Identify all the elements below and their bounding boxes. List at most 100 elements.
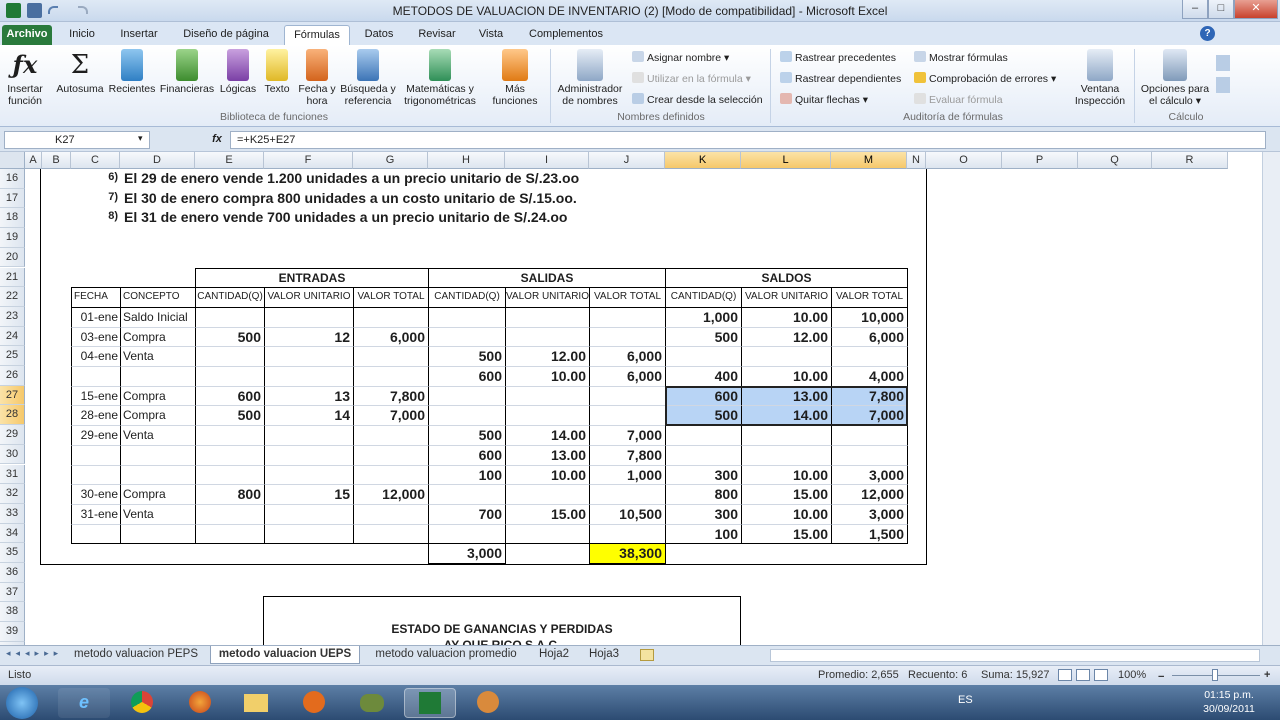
- close-button[interactable]: ✕: [1234, 0, 1278, 19]
- select-all-corner[interactable]: [0, 152, 25, 169]
- column-header-c[interactable]: C: [71, 152, 120, 169]
- table-header-cell[interactable]: CANTIDAD(Q): [665, 287, 742, 308]
- horizontal-scrollbar[interactable]: [770, 649, 1260, 662]
- table-header-cell[interactable]: VALOR TOTAL: [353, 287, 429, 308]
- table-cell[interactable]: 300: [665, 503, 742, 525]
- table-cell[interactable]: 12,000: [353, 484, 429, 505]
- matematicas-button[interactable]: Matemáticas y trigonométricas: [398, 49, 482, 107]
- column-header-n[interactable]: N: [907, 152, 926, 169]
- column-header-o[interactable]: O: [926, 152, 1002, 169]
- table-cell[interactable]: 10.00: [741, 503, 832, 525]
- busqueda-referencia-button[interactable]: Búsqueda y referencia: [338, 49, 398, 107]
- table-cell-text[interactable]: Compra: [120, 405, 196, 427]
- table-cell[interactable]: 7,800: [353, 385, 429, 407]
- row-header-21[interactable]: 21: [0, 267, 25, 288]
- table-cell[interactable]: [589, 385, 666, 407]
- worksheet-grid[interactable]: ABCDEFGHIJKLMNOPQR 16 17 18 19 20 21 22 23 24 25 2…: [0, 152, 1280, 645]
- table-cell[interactable]: [589, 326, 666, 348]
- table-cell[interactable]: 15.00: [741, 523, 832, 545]
- table-cell-text[interactable]: 01-ene: [71, 306, 121, 328]
- chrome-icon[interactable]: [116, 688, 168, 718]
- table-cell-text[interactable]: [120, 464, 196, 486]
- zoom-in-icon[interactable]: +: [1264, 666, 1270, 684]
- comprobacion-errores-button[interactable]: Comprobación de errores ▾: [914, 72, 1056, 86]
- evaluar-formula-button[interactable]: Evaluar fórmula: [914, 93, 1003, 107]
- table-cell[interactable]: 500: [428, 346, 506, 367]
- table-cell[interactable]: 7,800: [589, 444, 666, 466]
- table-header-cell[interactable]: VALOR UNITARIO: [264, 287, 354, 308]
- table-cell[interactable]: [741, 346, 832, 367]
- table-cell-text[interactable]: [120, 523, 196, 545]
- table-cell[interactable]: [353, 346, 429, 367]
- row-header-31[interactable]: 31: [0, 464, 25, 485]
- crear-desde-seleccion-button[interactable]: Crear desde la selección: [632, 93, 763, 107]
- sheet-tab-hoja3[interactable]: Hoja3: [580, 646, 628, 664]
- row-header-24[interactable]: 24: [0, 326, 25, 347]
- table-cell-text[interactable]: Compra: [120, 484, 196, 505]
- table-header-cell[interactable]: VALOR UNITARIO: [741, 287, 832, 308]
- insert-sheet-icon[interactable]: [640, 649, 654, 661]
- table-cell[interactable]: 14: [264, 405, 354, 427]
- autosuma-button[interactable]: Σ Autosuma: [55, 49, 105, 95]
- sheet-tab-promedio[interactable]: metodo valuacion promedio: [364, 646, 528, 664]
- logicas-button[interactable]: Lógicas: [218, 49, 258, 95]
- table-cell[interactable]: 600: [428, 444, 506, 466]
- table-cell-text[interactable]: [71, 464, 121, 486]
- table-cell[interactable]: 10.00: [741, 464, 832, 486]
- media-player-icon[interactable]: [288, 688, 340, 718]
- table-cell-text[interactable]: 03-ene: [71, 326, 121, 348]
- tab-diseno-pagina[interactable]: Diseño de página: [174, 25, 278, 45]
- normal-view-icon[interactable]: [1058, 669, 1072, 681]
- insertar-funcion-button[interactable]: ƒx Insertar función: [2, 49, 48, 107]
- column-header-m[interactable]: M: [831, 152, 907, 169]
- tab-insertar[interactable]: Insertar: [112, 25, 166, 45]
- table-cell[interactable]: [589, 484, 666, 505]
- table-cell[interactable]: [195, 464, 265, 486]
- table-cell[interactable]: [195, 503, 265, 525]
- tab-formulas[interactable]: Fórmulas: [284, 25, 350, 45]
- column-header-k[interactable]: K: [665, 152, 741, 169]
- table-cell[interactable]: [353, 503, 429, 525]
- table-cell[interactable]: [589, 306, 666, 328]
- table-cell[interactable]: [195, 444, 265, 466]
- table-cell[interactable]: 3,000: [831, 464, 908, 486]
- table-cell[interactable]: 13.00: [505, 444, 590, 466]
- zoom-slider-handle[interactable]: [1212, 669, 1218, 681]
- row-header-29[interactable]: 29: [0, 425, 25, 445]
- table-cell[interactable]: [589, 523, 666, 545]
- table-cell[interactable]: 500: [195, 326, 265, 348]
- mostrar-formulas-button[interactable]: Mostrar fórmulas: [914, 51, 1008, 65]
- column-header-a[interactable]: A: [25, 152, 42, 169]
- table-cell[interactable]: 15: [264, 484, 354, 505]
- table-cell[interactable]: [665, 425, 742, 446]
- table-cell[interactable]: 6,000: [589, 366, 666, 387]
- help-icon[interactable]: ?: [1200, 26, 1215, 41]
- row-header-38[interactable]: 38: [0, 602, 25, 623]
- table-cell[interactable]: [428, 306, 506, 328]
- table-header-cell[interactable]: VALOR UNITARIO: [505, 287, 590, 308]
- column-header-f[interactable]: F: [264, 152, 353, 169]
- table-cell-text[interactable]: 31-ene: [71, 503, 121, 525]
- name-box[interactable]: K27: [4, 131, 150, 149]
- table-cell-text[interactable]: Compra: [120, 326, 196, 348]
- table-cell[interactable]: [264, 444, 354, 466]
- table-cell[interactable]: 12.00: [741, 326, 832, 348]
- table-cell[interactable]: [195, 523, 265, 545]
- selection-range[interactable]: [665, 385, 908, 427]
- table-cell[interactable]: 100: [428, 464, 506, 486]
- table-cell[interactable]: 15.00: [505, 503, 590, 525]
- table-cell[interactable]: [428, 523, 506, 545]
- table-cell-text[interactable]: 04-ene: [71, 346, 121, 367]
- vertical-scrollbar[interactable]: [1262, 152, 1280, 645]
- table-cell-text[interactable]: 30-ene: [71, 484, 121, 505]
- table-cell[interactable]: 10.00: [741, 306, 832, 328]
- table-cell[interactable]: [264, 503, 354, 525]
- column-header-q[interactable]: Q: [1078, 152, 1152, 169]
- table-cell[interactable]: 10.00: [741, 366, 832, 387]
- table-cell[interactable]: [665, 444, 742, 466]
- table-cell-text[interactable]: 29-ene: [71, 425, 121, 446]
- table-cell[interactable]: [264, 366, 354, 387]
- tab-vista[interactable]: Vista: [470, 25, 512, 45]
- table-cell[interactable]: [353, 366, 429, 387]
- table-cell[interactable]: [831, 444, 908, 466]
